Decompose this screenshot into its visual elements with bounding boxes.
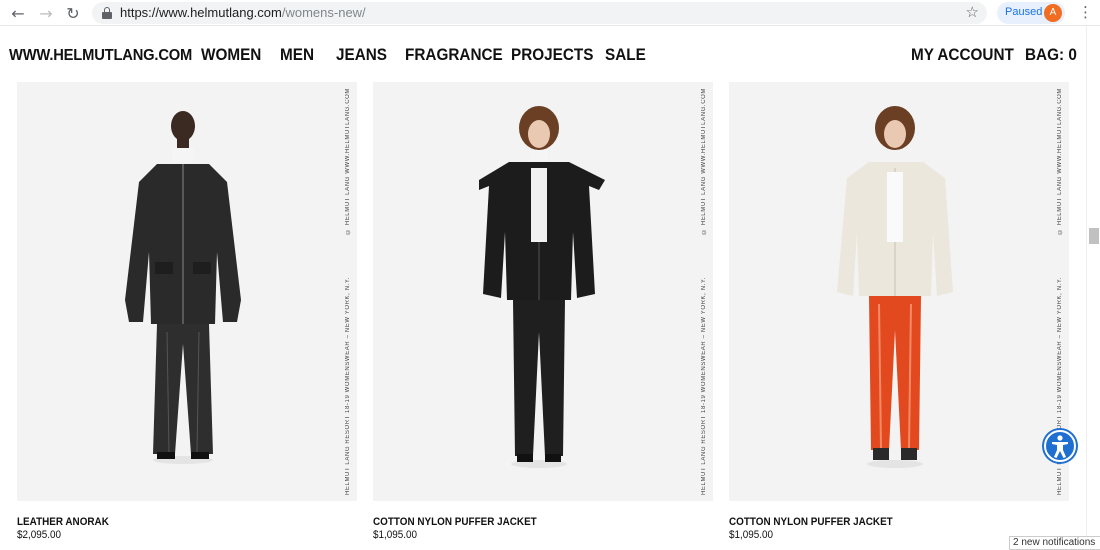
reload-icon[interactable]: ↻ [62, 3, 84, 23]
product-price: $1,095.00 [373, 529, 418, 541]
accessibility-button[interactable] [1042, 428, 1078, 464]
url-text: https://www.helmutlang.com/womens-new/ [120, 5, 366, 20]
model-figure-cream-puffer [837, 106, 953, 468]
nav-men[interactable]: MEN [280, 45, 314, 65]
my-account-link[interactable]: MY ACCOUNT [911, 45, 1014, 65]
model-figure-black-puffer [479, 106, 605, 468]
avatar: A [1044, 4, 1062, 22]
back-arrow-icon[interactable]: ← [7, 3, 29, 23]
bookmark-star-icon[interactable]: ☆ [966, 3, 979, 21]
page-scrollbar[interactable] [1086, 26, 1100, 548]
nav-women[interactable]: WOMEN [201, 45, 261, 65]
profile-button[interactable]: Paused A [997, 2, 1065, 24]
browser-toolbar: ← → ↻ https://www.helmutlang.com/womens-… [0, 0, 1100, 26]
lock-icon [102, 7, 112, 19]
model-figure-leather [125, 111, 241, 464]
profile-status: Paused [1005, 6, 1043, 18]
nav-jeans[interactable]: JEANS [336, 45, 387, 65]
product-price: $2,095.00 [17, 529, 62, 541]
accessibility-icon [1044, 430, 1076, 462]
photo-credit: © HELMUT LANG WWW.HELMUTLANG.COM [701, 88, 707, 235]
site-logo[interactable]: WWW.HELMUTLANG.COM [9, 47, 192, 65]
product-image[interactable]: © HELMUT LANG WWW.HELMUTLANG.COM HELMUT … [729, 82, 1069, 501]
product-image[interactable]: © HELMUT LANG WWW.HELMUTLANG.COM HELMUT … [17, 82, 357, 501]
menu-kebab-icon[interactable]: ⋮ [1078, 3, 1093, 23]
address-bar[interactable]: https://www.helmutlang.com/womens-new/ ☆ [92, 2, 987, 24]
photo-credit: HELMUT LANG RESORT 18-19 WOMENSWEAR – NE… [701, 276, 707, 495]
photo-credit: HELMUT LANG RESORT 18-19 WOMENSWEAR – NE… [345, 276, 351, 495]
product-price: $1,095.00 [729, 529, 774, 541]
photo-credit: © HELMUT LANG WWW.HELMUTLANG.COM [1057, 88, 1063, 235]
product-name[interactable]: LEATHER ANORAK [17, 516, 109, 528]
forward-arrow-icon[interactable]: → [35, 3, 57, 23]
nav-sale[interactable]: SALE [605, 45, 646, 65]
nav-fragrance[interactable]: FRAGRANCE [405, 45, 503, 65]
bag-link[interactable]: BAG: 0 [1025, 45, 1077, 65]
photo-credit: © HELMUT LANG WWW.HELMUTLANG.COM [345, 88, 351, 235]
scrollbar-thumb[interactable] [1089, 228, 1099, 244]
product-name[interactable]: COTTON NYLON PUFFER JACKET [729, 516, 893, 528]
nav-projects[interactable]: PROJECTS [511, 45, 593, 65]
product-image[interactable]: © HELMUT LANG WWW.HELMUTLANG.COM HELMUT … [373, 82, 713, 501]
product-name[interactable]: COTTON NYLON PUFFER JACKET [373, 516, 537, 528]
site-header: WWW.HELMUTLANG.COM WOMEN MEN JEANS FRAGR… [0, 26, 1086, 82]
